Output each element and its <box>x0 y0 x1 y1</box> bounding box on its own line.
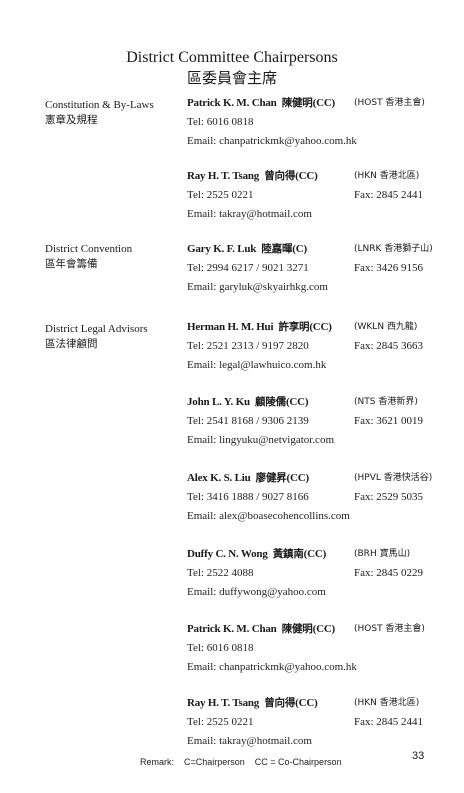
fax-number: Fax: 2845 2441 <box>354 716 424 728</box>
contact-entry: Patrick K. M. Chan 陳健明(CC) (HOST 香港主會) Te… <box>187 94 457 151</box>
contact-name: Patrick K. M. Chan 陳健明(CC) <box>187 623 336 635</box>
fax-number: Fax: 3621 0019 <box>354 415 424 427</box>
email-address: Email: alex@boasecohencollins.com <box>187 510 350 522</box>
district-code: (HOST 香港主會) <box>354 98 425 108</box>
contact-name: Alex K. S. Liu 廖健昇(CC) <box>187 472 309 484</box>
section-label-en: District Legal Advisors <box>45 323 148 335</box>
section-label-zh: 憲章及規程 <box>45 114 98 126</box>
phone-number: Tel: 3416 1888 / 9027 8166 <box>187 491 309 503</box>
email-address: Email: takray@hotmail.com <box>187 208 312 220</box>
fax-number: Fax: 2845 3663 <box>354 340 424 352</box>
section-label-en: Constitution & By-Laws <box>45 99 154 111</box>
phone-number: Tel: 2525 0221 <box>187 716 254 728</box>
contact-entry: Ray H. T. Tsang 曾向得(CC) (HKN 香港北區) Tel: 2… <box>187 167 457 224</box>
email-address: Email: chanpatrickmk@yahoo.com.hk <box>187 661 357 673</box>
contact-name: Herman H. M. Hui 許享明(CC) <box>187 321 332 333</box>
district-code: (WKLN 西九龍) <box>354 322 418 332</box>
section-label-zh: 區法律顧問 <box>45 338 98 350</box>
email-address: Email: legal@lawhuico.com.hk <box>187 359 327 371</box>
district-code: (HKN 香港北區) <box>354 698 420 708</box>
district-code: (HPVL 香港快活谷) <box>354 473 433 483</box>
contact-name: Gary K. F. Luk 陸嘉暉(C) <box>187 243 307 255</box>
section-legal: District Legal Advisors 區法律顧問 <box>45 322 148 352</box>
section-convention: District Convention 區年會籌備 <box>45 242 132 272</box>
email-address: Email: takray@hotmail.com <box>187 735 312 747</box>
contact-name: Duffy C. N. Wong 黃鎮南(CC) <box>187 548 327 560</box>
district-code: (HOST 香港主會) <box>354 624 425 634</box>
district-code: (LNRK 香港獅子山) <box>354 244 433 254</box>
phone-number: Tel: 6016 0818 <box>187 116 254 128</box>
page-number: 33 <box>412 750 425 762</box>
contact-name: John L. Y. Ku 顧陵儒(CC) <box>187 396 309 408</box>
remark-note: Remark: C=Chairperson CC = Co-Chairperso… <box>140 757 342 767</box>
contact-entry: Duffy C. N. Wong 黃鎮南(CC) (BRH 寶馬山) Tel: 2… <box>187 545 457 602</box>
page-title-zh: 區委員會主席 <box>186 69 277 87</box>
phone-number: Tel: 2522 4088 <box>187 567 254 579</box>
email-address: Email: duffywong@yahoo.com <box>187 586 326 598</box>
district-code: (NTS 香港新界) <box>354 397 418 407</box>
email-address: Email: lingyuku@netvigator.com <box>187 434 334 446</box>
contact-name: Ray H. T. Tsang 曾向得(CC) <box>187 170 318 182</box>
fax-number: Fax: 2529 5035 <box>354 491 424 503</box>
page-title: District Committee Chairpersons <box>126 49 338 66</box>
fax-number: Fax: 3426 9156 <box>354 262 424 274</box>
fax-number: Fax: 2845 0229 <box>354 567 424 579</box>
contact-name: Patrick K. M. Chan 陳健明(CC) <box>187 97 336 109</box>
phone-number: Tel: 2994 6217 / 9021 3271 <box>187 262 309 274</box>
district-code: (HKN 香港北區) <box>354 171 420 181</box>
email-address: Email: garyluk@skyairhkg.com <box>187 281 328 293</box>
phone-number: Tel: 2521 2313 / 9197 2820 <box>187 340 309 352</box>
contact-entry: Herman H. M. Hui 許享明(CC) (WKLN 西九龍) Tel: … <box>187 318 457 375</box>
contact-entry: John L. Y. Ku 顧陵儒(CC) (NTS 香港新界) Tel: 254… <box>187 393 457 450</box>
district-code: (BRH 寶馬山) <box>354 549 411 559</box>
section-label-zh: 區年會籌備 <box>45 258 98 270</box>
contact-entry: Alex K. S. Liu 廖健昇(CC) (HPVL 香港快活谷) Tel: … <box>187 469 457 526</box>
section-label-en: District Convention <box>45 243 133 255</box>
section-constitution: Constitution & By-Laws 憲章及規程 <box>45 98 154 128</box>
email-address: Email: chanpatrickmk@yahoo.com.hk <box>187 135 357 147</box>
fax-number: Fax: 2845 2441 <box>354 189 424 201</box>
contact-name: Ray H. T. Tsang 曾向得(CC) <box>187 697 318 709</box>
phone-number: Tel: 6016 0818 <box>187 642 254 654</box>
contact-entry: Patrick K. M. Chan 陳健明(CC) (HOST 香港主會) Te… <box>187 620 457 677</box>
phone-number: Tel: 2525 0221 <box>187 189 254 201</box>
contact-entry: Ray H. T. Tsang 曾向得(CC) (HKN 香港北區) Tel: 2… <box>187 694 457 751</box>
phone-number: Tel: 2541 8168 / 9306 2139 <box>187 415 309 427</box>
contact-entry: Gary K. F. Luk 陸嘉暉(C) (LNRK 香港獅子山) Tel: 2… <box>187 240 457 297</box>
